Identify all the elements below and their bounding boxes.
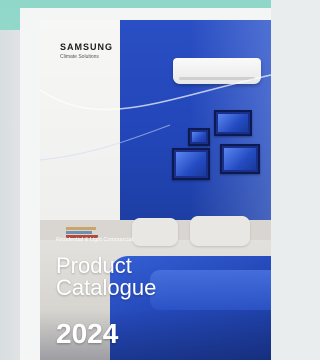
airflow-swoosh xyxy=(40,74,271,161)
cover-title-line1: Product xyxy=(56,253,132,278)
cover-kicker: Residential & Light Commercial xyxy=(56,237,133,243)
wall-frame-2 xyxy=(214,110,252,136)
pillow-right xyxy=(190,216,250,246)
cover-title-line2: Catalogue xyxy=(56,275,157,300)
blanket-fold xyxy=(150,270,271,310)
brand-tagline: Climate Solutions xyxy=(60,54,99,60)
cover-title: Product Catalogue xyxy=(56,255,156,299)
brand-logo: SAMSUNG xyxy=(60,42,114,52)
wall-frame-1 xyxy=(188,128,210,146)
catalogue-cover[interactable]: SAMSUNG Climate Solutions Residential & … xyxy=(40,20,271,360)
pillow-left xyxy=(132,218,178,246)
wall-frame-4 xyxy=(220,144,260,174)
wall-frame-3 xyxy=(172,148,210,180)
cover-year: 2024 xyxy=(56,318,119,349)
